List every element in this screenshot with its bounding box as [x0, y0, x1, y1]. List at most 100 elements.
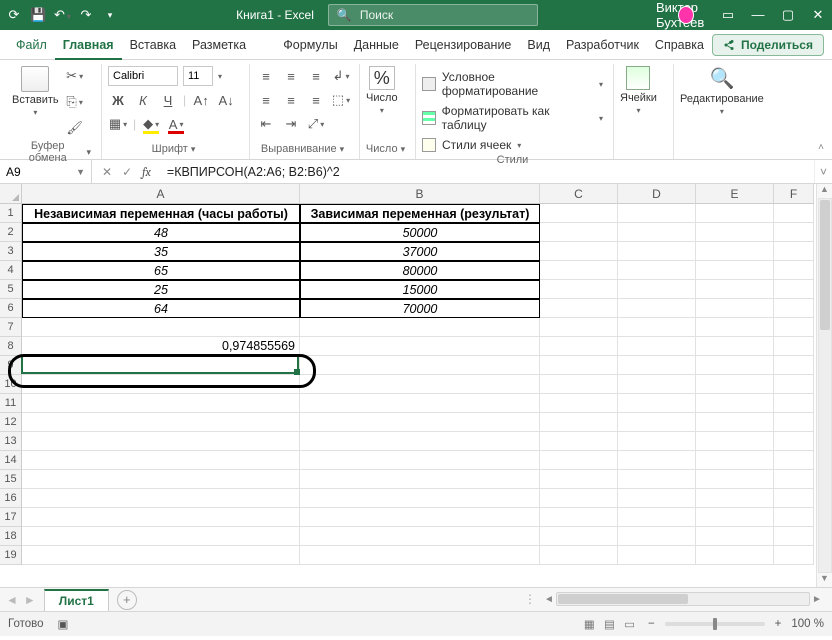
cell[interactable]	[696, 356, 774, 375]
cell[interactable]	[300, 508, 540, 527]
vscroll-thumb[interactable]	[820, 200, 830, 330]
row-header[interactable]: 12	[0, 413, 22, 432]
cell[interactable]	[22, 451, 300, 470]
vertical-scrollbar[interactable]: ▲ ▼	[816, 184, 832, 587]
row-header[interactable]: 2	[0, 223, 22, 242]
cell[interactable]	[300, 489, 540, 508]
column-header[interactable]: A	[22, 184, 300, 204]
cell[interactable]	[540, 489, 618, 508]
row-header[interactable]: 11	[0, 394, 22, 413]
cancel-formula-icon[interactable]: ✕	[102, 165, 112, 179]
cell[interactable]	[300, 451, 540, 470]
cell[interactable]	[774, 261, 814, 280]
cell[interactable]: 50000	[300, 223, 540, 242]
cell[interactable]: 37000	[300, 242, 540, 261]
cell[interactable]	[774, 356, 814, 375]
cell[interactable]	[774, 375, 814, 394]
fx-icon[interactable]: fx	[142, 165, 151, 179]
cell[interactable]	[22, 527, 300, 546]
cell[interactable]	[774, 470, 814, 489]
cell[interactable]: 80000	[300, 261, 540, 280]
row-header[interactable]: 18	[0, 527, 22, 546]
cell-styles-button[interactable]: Стили ячеек▾	[422, 138, 521, 152]
cell[interactable]: 64	[22, 299, 300, 318]
cell[interactable]: 70000	[300, 299, 540, 318]
cell[interactable]	[774, 223, 814, 242]
cell[interactable]	[774, 451, 814, 470]
row-header[interactable]: 7	[0, 318, 22, 337]
tab-help[interactable]: Справка	[647, 30, 712, 60]
horizontal-scrollbar[interactable]: ⋮ ◄ ►	[524, 591, 824, 607]
cell[interactable]	[540, 356, 618, 375]
fill-handle[interactable]	[294, 369, 300, 375]
column-header[interactable]: D	[618, 184, 696, 204]
zoom-level[interactable]: 100 %	[791, 618, 824, 630]
cell[interactable]	[300, 432, 540, 451]
cell[interactable]	[696, 413, 774, 432]
cell[interactable]	[540, 527, 618, 546]
cell[interactable]	[696, 451, 774, 470]
align-top-icon[interactable]: ≡	[256, 66, 276, 86]
cell[interactable]	[618, 261, 696, 280]
row-header[interactable]: 1	[0, 204, 22, 223]
bold-icon[interactable]: Ж	[108, 90, 128, 110]
cell[interactable]	[540, 261, 618, 280]
orientation-icon[interactable]: ⤢	[306, 114, 326, 134]
cell[interactable]	[540, 375, 618, 394]
cell[interactable]: 0,974855569	[22, 337, 300, 356]
collapse-ribbon-icon[interactable]: ˄	[818, 142, 824, 153]
cell[interactable]	[774, 508, 814, 527]
cell[interactable]	[696, 223, 774, 242]
tab-formulas[interactable]: Формулы	[275, 30, 345, 60]
align-middle-icon[interactable]: ≡	[281, 66, 301, 86]
zoom-out-icon[interactable]: −	[648, 618, 655, 630]
row-header[interactable]: 4	[0, 261, 22, 280]
minimize-icon[interactable]: —	[750, 7, 766, 23]
cut-icon[interactable]: ✂	[65, 66, 85, 86]
underline-icon[interactable]: Ч	[158, 90, 178, 110]
save-icon[interactable]: 💾	[30, 7, 46, 23]
increase-indent-icon[interactable]: ⇥	[281, 114, 301, 134]
cell[interactable]	[618, 489, 696, 508]
tab-review[interactable]: Рецензирование	[407, 30, 520, 60]
font-name-select[interactable]	[108, 66, 178, 86]
align-right-icon[interactable]: ≡	[306, 90, 326, 110]
cell[interactable]	[774, 413, 814, 432]
cell[interactable]: 15000	[300, 280, 540, 299]
shrink-font-icon[interactable]: A↓	[216, 90, 236, 110]
cell[interactable]	[540, 242, 618, 261]
redo-icon[interactable]: ↷	[78, 7, 94, 23]
row-header[interactable]: 15	[0, 470, 22, 489]
add-sheet-button[interactable]: +	[117, 590, 137, 610]
cell[interactable]: 48	[22, 223, 300, 242]
column-header[interactable]: F	[774, 184, 814, 204]
cell[interactable]	[618, 204, 696, 223]
editing-button[interactable]: 🔍 Редактирование ▾	[680, 66, 764, 116]
format-as-table-button[interactable]: Форматировать как таблицу▾	[422, 104, 603, 132]
cell[interactable]: Независимая переменная (часы работы)	[22, 204, 300, 223]
cell[interactable]	[540, 413, 618, 432]
cell[interactable]: 25	[22, 280, 300, 299]
row-header[interactable]: 17	[0, 508, 22, 527]
align-bottom-icon[interactable]: ≡	[306, 66, 326, 86]
cell[interactable]	[540, 470, 618, 489]
cell[interactable]	[300, 318, 540, 337]
cell[interactable]	[618, 242, 696, 261]
cell[interactable]	[618, 356, 696, 375]
cell[interactable]	[618, 223, 696, 242]
cell[interactable]	[300, 356, 540, 375]
scroll-down-icon[interactable]: ▼	[820, 573, 829, 587]
cell[interactable]	[774, 527, 814, 546]
cell[interactable]	[618, 375, 696, 394]
font-color-icon[interactable]: A	[166, 114, 186, 134]
cells-button[interactable]: Ячейки ▾	[620, 66, 657, 115]
tab-page-layout[interactable]: Разметка страниц	[184, 30, 275, 60]
cell[interactable]	[540, 280, 618, 299]
cell[interactable]	[540, 299, 618, 318]
cell[interactable]	[300, 470, 540, 489]
cell[interactable]	[696, 337, 774, 356]
row-header[interactable]: 6	[0, 299, 22, 318]
row-header[interactable]: 8	[0, 337, 22, 356]
close-icon[interactable]: ✕	[810, 7, 826, 23]
cell[interactable]	[22, 413, 300, 432]
